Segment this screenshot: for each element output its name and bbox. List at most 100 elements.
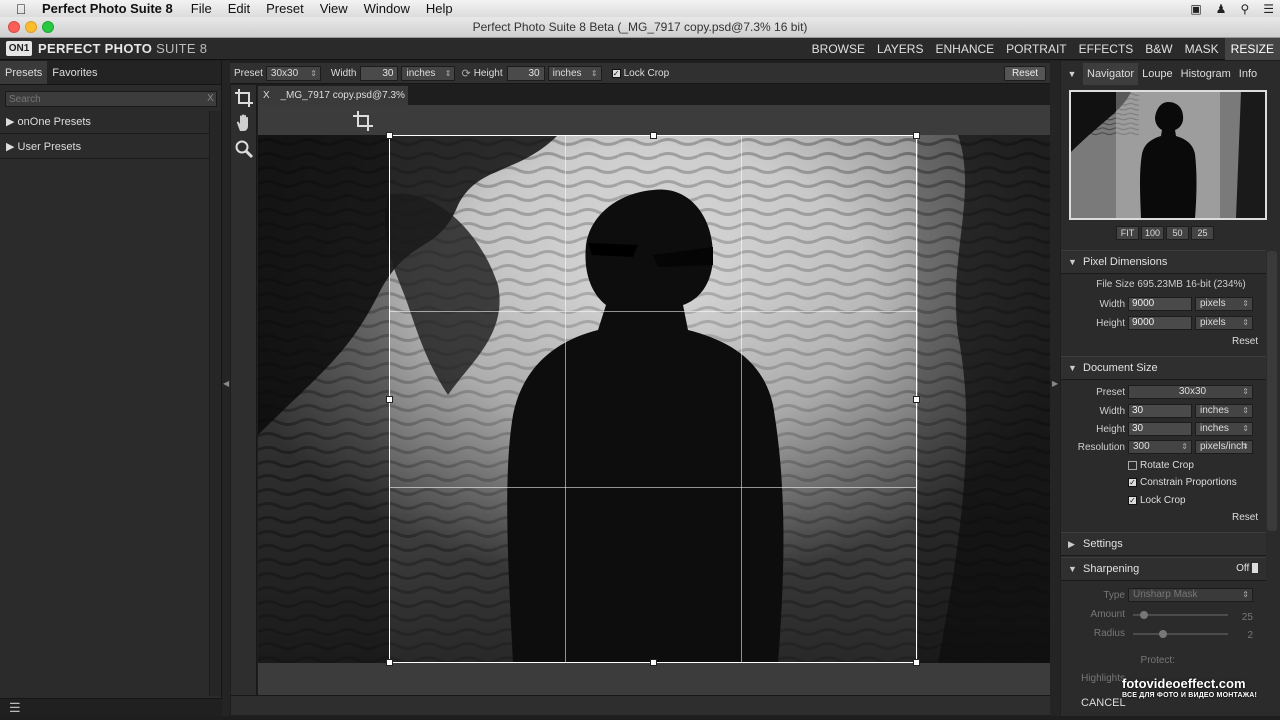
doc-lock-crop-checkbox[interactable]: ✓	[1128, 496, 1137, 505]
sharpen-radius-knob[interactable]	[1159, 630, 1167, 638]
lock-crop-checkbox[interactable]: ✓	[611, 68, 621, 78]
doc-width-unit-dropdown[interactable]: inches	[1195, 404, 1253, 418]
apple-icon[interactable]: 	[0, 1, 42, 17]
camera-icon[interactable]: ▣	[1190, 2, 1201, 16]
preset-search-input[interactable]	[5, 91, 217, 107]
tab-loupe[interactable]: Loupe	[1138, 63, 1177, 85]
app-menu[interactable]: Perfect Photo Suite 8	[42, 1, 183, 16]
user-icon[interactable]: ♟	[1216, 2, 1227, 16]
crop-handle-bottom-left[interactable]	[386, 659, 393, 666]
pixel-width-unit-dropdown[interactable]: pixels	[1195, 297, 1253, 311]
module-layers[interactable]: LAYERS	[871, 38, 929, 60]
module-mask[interactable]: MASK	[1179, 38, 1225, 60]
doc-width-input[interactable]: 30	[1128, 404, 1192, 418]
swap-dimensions-icon[interactable]: ⟳	[461, 67, 470, 80]
sharpening-toggle[interactable]: Off	[1236, 558, 1258, 580]
clear-search-button[interactable]: X	[205, 92, 216, 106]
tab-info[interactable]: Info	[1235, 63, 1261, 85]
brand-name-bold: PERFECT PHOTO	[38, 41, 153, 56]
pixel-width-input[interactable]: 9000	[1128, 297, 1192, 311]
search-icon[interactable]: ⚲	[1240, 2, 1249, 16]
zoom-fit-button[interactable]: FIT	[1116, 226, 1139, 240]
preset-group-onone[interactable]: ▶ onOne Presets	[0, 110, 210, 134]
tab-navigator[interactable]: Navigator	[1083, 63, 1139, 85]
module-bw[interactable]: B&W	[1139, 38, 1178, 60]
module-effects[interactable]: EFFECTS	[1073, 38, 1140, 60]
hand-tool-icon[interactable]	[234, 113, 254, 133]
tab-favorites[interactable]: Favorites	[47, 61, 102, 84]
height-unit-dropdown[interactable]: inches	[547, 65, 602, 81]
panel-menu-icon[interactable]: ☰	[9, 700, 21, 716]
document-size-header[interactable]: ▼ Document Size	[1061, 356, 1266, 380]
minimize-window-button[interactable]	[25, 21, 37, 33]
sharpen-type-dropdown[interactable]: Unsharp Mask	[1128, 588, 1253, 602]
module-browse[interactable]: BROWSE	[806, 38, 871, 60]
preset-group-user[interactable]: ▶ User Presets	[0, 135, 210, 159]
pixel-dimensions-header[interactable]: ▼ Pixel Dimensions	[1061, 250, 1266, 274]
close-document-icon[interactable]: X	[263, 90, 270, 101]
resolution-input[interactable]: 300	[1128, 440, 1192, 454]
crop-handle-top-left[interactable]	[386, 132, 393, 139]
menu-edit[interactable]: Edit	[220, 1, 258, 16]
close-window-button[interactable]	[8, 21, 20, 33]
doc-height-unit-dropdown[interactable]: inches	[1195, 422, 1253, 436]
settings-header[interactable]: ▶ Settings	[1061, 532, 1266, 556]
rotate-crop-option[interactable]: Rotate Crop	[1128, 460, 1194, 471]
tab-histogram[interactable]: Histogram	[1177, 63, 1235, 85]
zoom-window-button[interactable]	[42, 21, 54, 33]
lock-crop-option[interactable]: ✓ Lock Crop	[611, 68, 669, 79]
watermark-subtext: ВСЕ ДЛЯ ФОТО И ВИДЕО МОНТАЖА!	[1122, 692, 1258, 699]
presets-panel: Presets Favorites X ▶ onOne Presets ▶ Us…	[0, 61, 222, 716]
crop-handle-bottom-right[interactable]	[913, 659, 920, 666]
crop-handle-top-right[interactable]	[913, 132, 920, 139]
settings-scrollbar[interactable]	[1267, 251, 1277, 531]
pixel-height-input[interactable]: 9000	[1128, 316, 1192, 330]
crop-tool-icon[interactable]	[234, 88, 254, 108]
menu-preset[interactable]: Preset	[258, 1, 312, 16]
crop-handle-bottom[interactable]	[650, 659, 657, 666]
sharpening-header[interactable]: ▼ Sharpening Off	[1061, 557, 1266, 581]
reset-crop-button[interactable]: Reset	[1004, 66, 1046, 81]
crop-handle-left[interactable]	[386, 396, 393, 403]
crop-handle-right[interactable]	[913, 396, 920, 403]
doc-height-input[interactable]: 30	[1128, 422, 1192, 436]
height-input[interactable]: 30	[506, 65, 545, 81]
zoom-100-button[interactable]: 100	[1141, 226, 1164, 240]
rotate-crop-checkbox[interactable]	[1128, 461, 1137, 470]
menu-view[interactable]: View	[312, 1, 356, 16]
zoom-25-button[interactable]: 25	[1191, 226, 1214, 240]
menu-window[interactable]: Window	[356, 1, 418, 16]
module-resize[interactable]: RESIZE	[1224, 38, 1280, 60]
width-input[interactable]: 30	[360, 65, 399, 81]
crop-handle-top[interactable]	[650, 132, 657, 139]
width-unit-dropdown[interactable]: inches	[401, 65, 456, 81]
menu-file[interactable]: File	[183, 1, 220, 16]
presets-scrollbar[interactable]	[209, 111, 221, 696]
tab-presets[interactable]: Presets	[0, 61, 48, 84]
doc-preset-dropdown[interactable]: 30x30	[1128, 385, 1253, 399]
module-enhance[interactable]: ENHANCE	[929, 38, 1000, 60]
zoom-tool-icon[interactable]	[234, 139, 254, 159]
doc-lock-crop-option[interactable]: ✓ Lock Crop	[1128, 495, 1186, 506]
module-portrait[interactable]: PORTRAIT	[1000, 38, 1072, 60]
list-icon[interactable]: ☰	[1263, 2, 1274, 16]
watermark: fotovideoeffect.com ВСЕ ДЛЯ ФОТО И ВИДЕО…	[1122, 676, 1272, 699]
constrain-proportions-checkbox[interactable]: ✓	[1128, 478, 1137, 487]
document-size-reset-button[interactable]: Reset	[1232, 512, 1258, 523]
menu-help[interactable]: Help	[418, 1, 461, 16]
document-tab[interactable]: X _MG_7917 copy.psd@7.3% 16 bit	[258, 86, 408, 120]
preset-dropdown[interactable]: 30x30	[265, 65, 321, 81]
right-panel-collapse[interactable]: ▶	[1050, 61, 1060, 716]
constrain-proportions-option[interactable]: ✓ Constrain Proportions	[1128, 477, 1237, 488]
navigator-thumbnail[interactable]	[1069, 90, 1267, 220]
pixel-dimensions-reset-button[interactable]: Reset	[1232, 336, 1258, 347]
crop-box[interactable]	[386, 132, 920, 666]
zoom-50-button[interactable]: 50	[1166, 226, 1189, 240]
cancel-button[interactable]: CANCEL	[1081, 697, 1126, 709]
resolution-unit-dropdown[interactable]: pixels/inch	[1195, 440, 1253, 454]
left-panel-collapse[interactable]: ◀	[222, 61, 230, 716]
sharpen-amount-knob[interactable]	[1140, 611, 1148, 619]
pixel-height-unit-dropdown[interactable]: pixels	[1195, 316, 1253, 330]
sharpen-radius-slider[interactable]	[1133, 633, 1228, 635]
collapse-triangle-icon[interactable]: ▼	[1061, 69, 1083, 79]
